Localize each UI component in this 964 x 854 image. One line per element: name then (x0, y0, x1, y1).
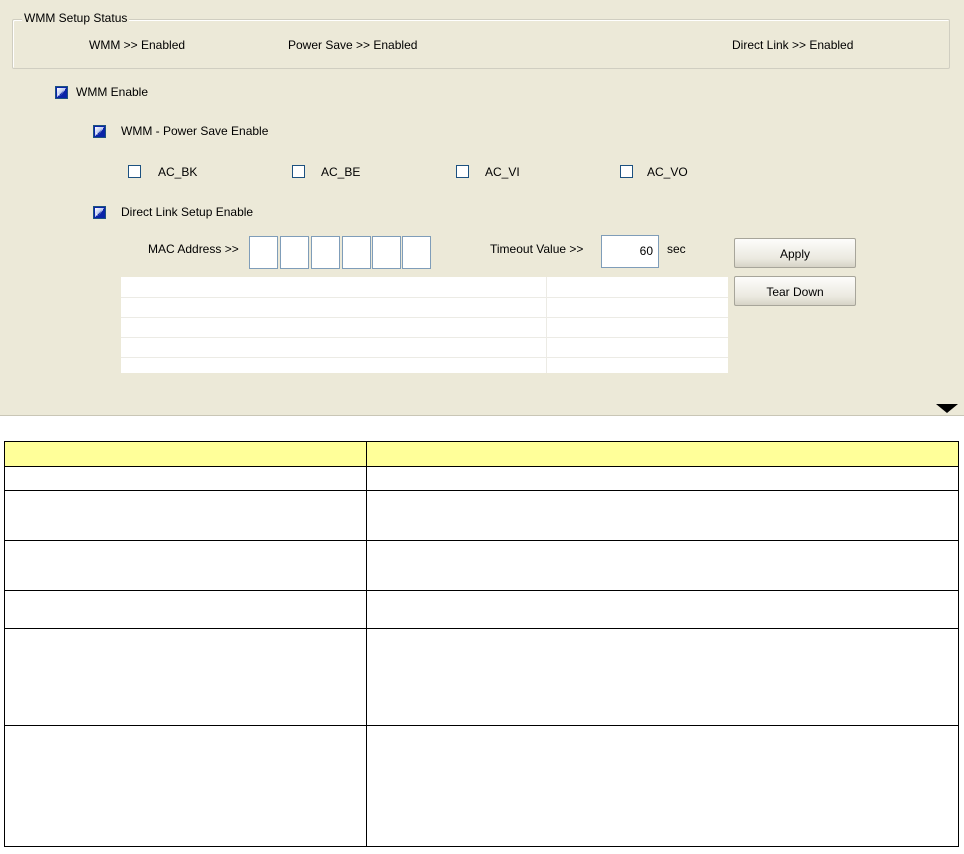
ac-bk-label: AC_BK (158, 165, 198, 179)
ac-bk-checkbox[interactable] (128, 165, 141, 178)
direct-link-enable-label: Direct Link Setup Enable (121, 205, 254, 219)
mac-octet-1-input[interactable] (249, 236, 278, 269)
direct-link-status: Direct Link >> Enabled (732, 38, 854, 52)
mac-octet-6-input[interactable] (402, 236, 431, 269)
table-row (4, 628, 959, 726)
table-header-cell (4, 441, 367, 467)
list-row-divider (121, 337, 728, 338)
direct-link-list[interactable] (121, 277, 728, 373)
table-cell (4, 490, 367, 541)
mac-octet-4-input[interactable] (342, 236, 371, 269)
table-cell (4, 590, 367, 629)
table-header-cell (366, 441, 959, 467)
wmm-status: WMM >> Enabled (89, 38, 186, 52)
timeout-input[interactable]: 60 (601, 235, 659, 268)
setup-status-title: WMM Setup Status (22, 11, 130, 25)
table-cell (366, 466, 959, 491)
power-save-enable-checkbox[interactable] (93, 125, 106, 138)
ac-vo-label: AC_VO (647, 165, 688, 179)
mac-octet-5-input[interactable] (372, 236, 401, 269)
table-cell (4, 466, 367, 491)
table-cell (4, 540, 367, 591)
table-row (4, 590, 959, 629)
wmm-settings-panel: WMM Setup Status WMM >> Enabled Power Sa… (0, 0, 964, 416)
table-row (4, 725, 959, 847)
ac-be-label: AC_BE (321, 165, 361, 179)
wmm-enable-label: WMM Enable (76, 85, 149, 99)
apply-button[interactable]: Apply (734, 238, 856, 268)
timeout-unit: sec (667, 242, 686, 256)
description-table (4, 441, 959, 847)
table-row (4, 490, 959, 541)
list-row-divider (121, 357, 728, 358)
table-cell (4, 725, 367, 847)
table-cell (366, 540, 959, 591)
table-row (4, 540, 959, 591)
mac-address-label: MAC Address >> (148, 242, 239, 256)
table-row (4, 466, 959, 491)
wmm-enable-checkbox[interactable] (55, 86, 68, 99)
mac-octet-2-input[interactable] (280, 236, 309, 269)
ac-vo-checkbox[interactable] (620, 165, 633, 178)
table-cell (366, 490, 959, 541)
list-column-divider (546, 277, 547, 373)
power-save-enable-label: WMM - Power Save Enable (121, 124, 269, 138)
table-header-row (4, 441, 959, 467)
ac-vi-label: AC_VI (485, 165, 520, 179)
table-cell (4, 628, 367, 726)
scroll-down-arrow-icon[interactable] (936, 404, 958, 413)
tear-down-button[interactable]: Tear Down (734, 276, 856, 306)
mac-octet-3-input[interactable] (311, 236, 340, 269)
ac-vi-checkbox[interactable] (456, 165, 469, 178)
direct-link-enable-checkbox[interactable] (93, 206, 106, 219)
table-cell (366, 725, 959, 847)
table-cell (366, 628, 959, 726)
table-cell (366, 590, 959, 629)
list-row-divider (121, 317, 728, 318)
ac-be-checkbox[interactable] (292, 165, 305, 178)
list-row-divider (121, 297, 728, 298)
timeout-label: Timeout Value >> (490, 242, 584, 256)
power-save-status: Power Save >> Enabled (288, 38, 418, 52)
